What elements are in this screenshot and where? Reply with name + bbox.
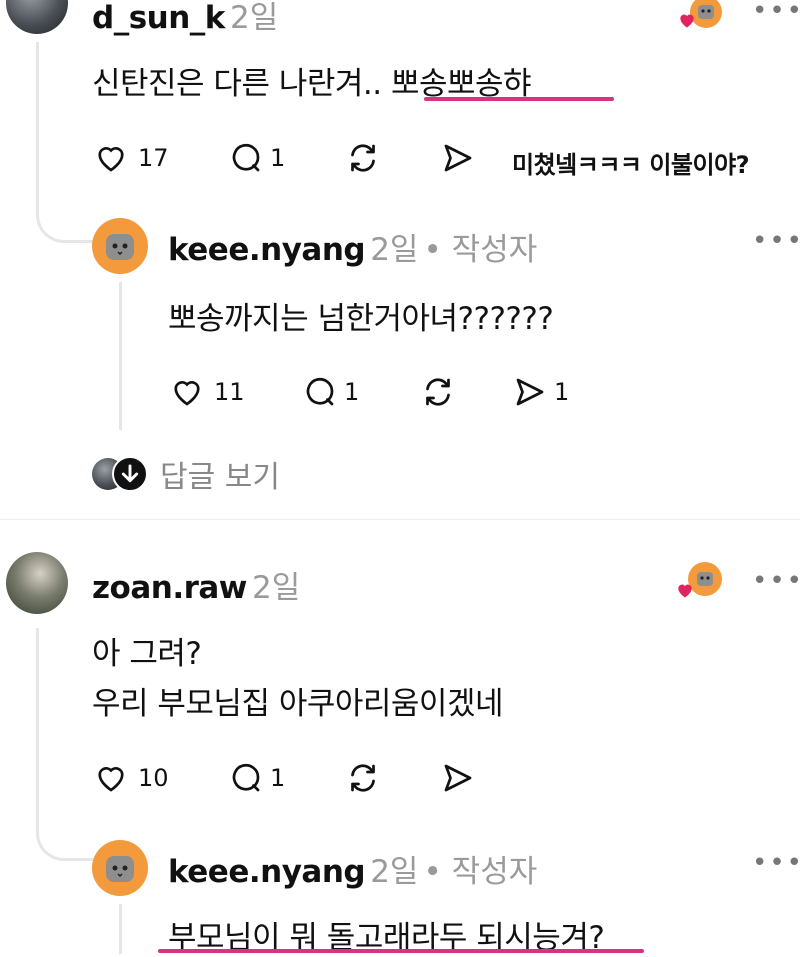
username[interactable]: keee.nyang — [168, 232, 366, 268]
comment-text-line: 우리 부모님집 아쿠아리움이겠네 — [92, 686, 504, 722]
repost-icon[interactable] — [345, 140, 381, 176]
avatar[interactable] — [92, 840, 148, 896]
divider — [0, 519, 800, 520]
heart-icon — [168, 374, 206, 410]
view-replies-button[interactable]: 답글 보기 — [92, 452, 280, 496]
heart-icon — [675, 580, 695, 600]
author-badge: • 작성자 — [423, 232, 538, 268]
timestamp: 2일 — [252, 570, 301, 606]
comment-icon — [302, 374, 338, 410]
reply-count: 1 — [344, 378, 360, 406]
thread-line — [36, 42, 39, 212]
like-count: 17 — [138, 144, 169, 172]
highlight-underline — [424, 97, 614, 101]
send-icon[interactable] — [440, 760, 476, 796]
view-replies-label: 답글 보기 — [160, 460, 280, 495]
heart-icon — [92, 760, 130, 796]
thread-line — [119, 904, 122, 954]
reply-count: 1 — [270, 144, 286, 172]
comment-icon — [228, 140, 264, 176]
more-icon[interactable]: ••• — [752, 848, 800, 878]
comment-text: 뽀송까지는 넘한거아녀?????? — [168, 301, 554, 337]
like-button[interactable]: 10 — [92, 760, 169, 796]
highlight-underline — [158, 949, 644, 953]
username[interactable]: keee.nyang — [168, 854, 366, 890]
reply-count: 1 — [270, 764, 286, 792]
heart-icon — [677, 10, 697, 30]
comment-icon — [228, 760, 264, 796]
reply-button[interactable]: 1 — [228, 140, 285, 176]
avatar[interactable] — [6, 0, 68, 34]
avatar[interactable] — [6, 552, 68, 614]
send-icon — [512, 374, 548, 410]
reply-button[interactable]: 1 — [302, 374, 359, 410]
arrow-down-icon — [112, 456, 148, 492]
share-count: 1 — [554, 378, 570, 406]
more-icon[interactable]: ••• — [752, 566, 800, 596]
more-icon[interactable]: ••• — [752, 226, 800, 256]
like-count: 10 — [138, 764, 169, 792]
comment-text-line: 아 그려? — [92, 636, 202, 672]
timestamp: 2일 — [370, 232, 419, 268]
timestamp: 2일 — [230, 0, 279, 36]
author-badge: • 작성자 — [423, 854, 538, 890]
like-count: 11 — [214, 378, 245, 406]
thread-line — [119, 282, 122, 430]
repost-icon[interactable] — [345, 760, 381, 796]
thread-curve — [36, 190, 95, 243]
send-icon[interactable] — [440, 140, 476, 176]
username[interactable]: d_sun_k — [92, 0, 225, 36]
like-button[interactable]: 11 — [168, 374, 245, 410]
thread-line — [36, 628, 39, 828]
annotation-text: 미쳤넼ㅋㅋㅋ 이불이야? — [512, 151, 750, 179]
more-icon[interactable]: ••• — [752, 0, 800, 26]
reply-button[interactable]: 1 — [228, 760, 285, 796]
send-button[interactable]: 1 — [512, 374, 569, 410]
thread-curve — [36, 808, 95, 861]
heart-icon — [92, 140, 130, 176]
repost-icon[interactable] — [420, 374, 456, 410]
avatar[interactable] — [92, 218, 148, 274]
like-button[interactable]: 17 — [92, 140, 169, 176]
timestamp: 2일 — [370, 854, 419, 890]
username[interactable]: zoan.raw — [92, 570, 247, 606]
